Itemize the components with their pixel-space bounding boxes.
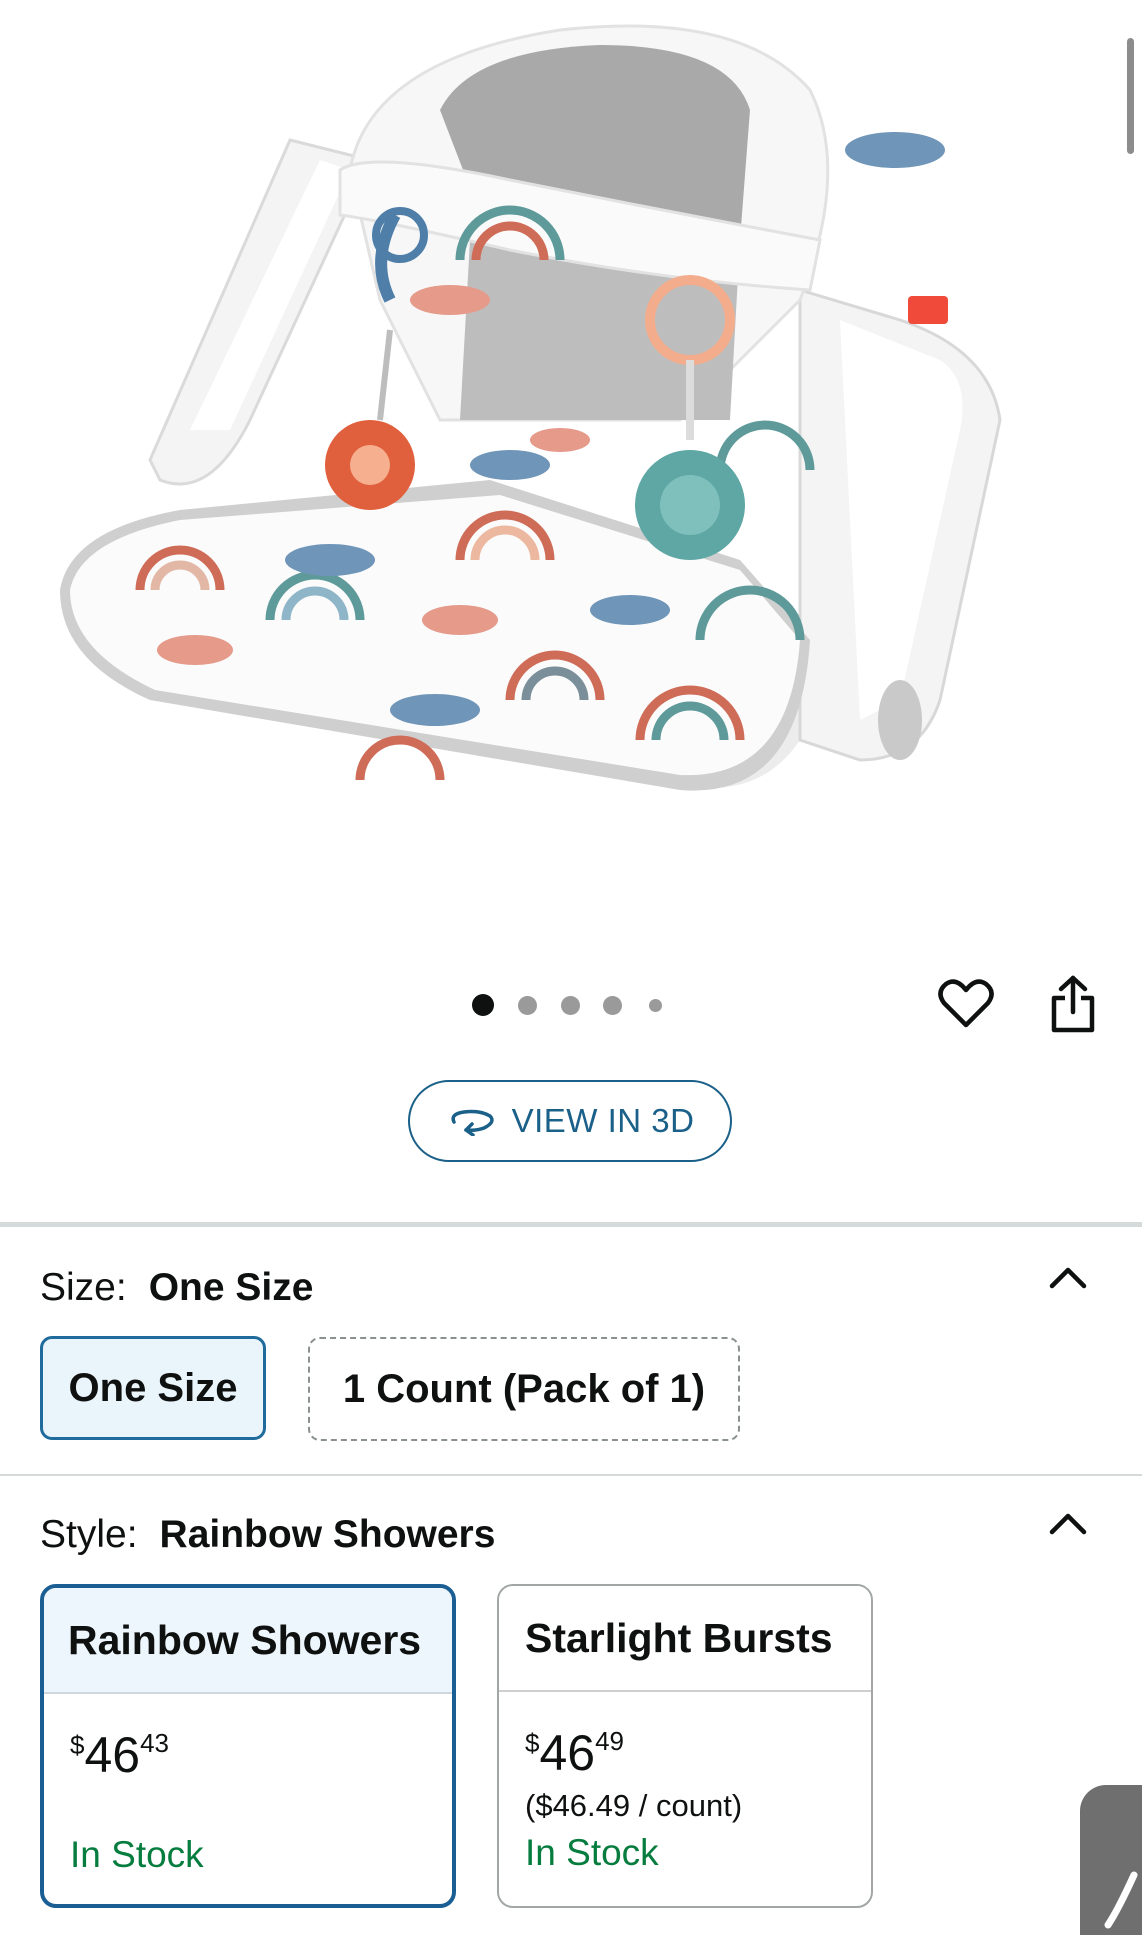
chevron-up-icon[interactable] — [1046, 1508, 1090, 1538]
stock-status: In Stock — [525, 1832, 659, 1873]
chevron-up-icon[interactable] — [1046, 1262, 1090, 1292]
style-option-name: Rainbow Showers — [44, 1588, 452, 1694]
size-option-one-size[interactable]: One Size — [40, 1336, 266, 1440]
share-icon[interactable] — [1048, 974, 1098, 1034]
size-label: Size: — [40, 1266, 127, 1309]
size-option-label: One Size — [68, 1365, 238, 1410]
style-label-row: Style: Rainbow Showers — [40, 1513, 495, 1557]
price: $4649 — [525, 1724, 624, 1782]
size-label-row: Size: One Size — [40, 1266, 313, 1310]
floating-chat-button[interactable] — [1080, 1785, 1142, 1935]
size-option-1-count[interactable]: 1 Count (Pack of 1) — [308, 1337, 740, 1441]
price-symbol: $ — [70, 1730, 85, 1760]
rotate-3d-icon — [450, 1109, 494, 1136]
size-option-label: 1 Count (Pack of 1) — [342, 1366, 706, 1411]
carousel-dot-4[interactable] — [603, 996, 622, 1015]
carousel-dot-1[interactable] — [472, 994, 494, 1016]
style-option-rainbow-showers[interactable]: Rainbow Showers $4643 In Stock — [40, 1584, 456, 1908]
price-whole: 46 — [84, 1727, 141, 1783]
product-image[interactable] — [40, 0, 1090, 905]
style-selected-value: Rainbow Showers — [159, 1513, 496, 1556]
carousel-dot-3[interactable] — [561, 996, 580, 1015]
carousel-dot-2[interactable] — [518, 996, 537, 1015]
view-in-3d-label: VIEW IN 3D — [511, 1102, 695, 1139]
chat-icon — [1104, 1871, 1138, 1929]
style-option-starlight-bursts[interactable]: Starlight Bursts $4649 ($46.49 / count) … — [497, 1584, 873, 1908]
view-in-3d-button[interactable]: VIEW IN 3D — [408, 1080, 732, 1162]
price: $4643 — [70, 1726, 169, 1784]
price-whole: 46 — [539, 1725, 596, 1781]
stock-status: In Stock — [70, 1834, 204, 1875]
section-divider — [0, 1222, 1142, 1227]
scrollbar[interactable] — [1127, 38, 1134, 154]
carousel-dot-5[interactable] — [649, 999, 662, 1012]
unit-price: ($46.49 / count) — [525, 1788, 743, 1823]
size-selected-value: One Size — [148, 1266, 314, 1309]
heart-icon[interactable] — [938, 978, 994, 1030]
style-label: Style: — [40, 1513, 138, 1556]
price-fraction: 49 — [595, 1726, 625, 1756]
price-fraction: 43 — [140, 1728, 170, 1758]
price-symbol: $ — [525, 1728, 540, 1758]
section-divider — [0, 1474, 1142, 1476]
style-option-name: Starlight Bursts — [499, 1586, 871, 1692]
